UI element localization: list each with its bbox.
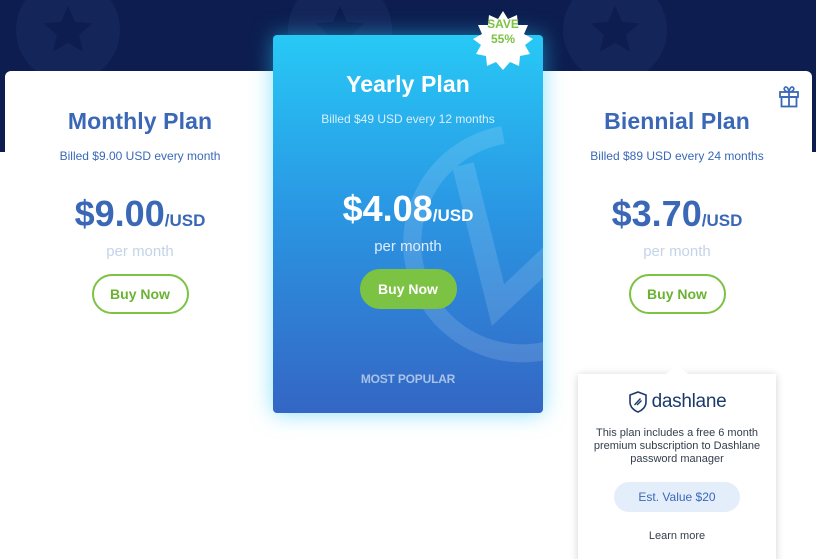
price-amount: $3.70 [611,193,702,234]
dashlane-offer-popover: dashlane This plan includes a free 6 mon… [578,364,776,559]
plan-title: Yearly Plan [346,71,470,97]
buy-now-yearly-button[interactable]: Buy Now [359,269,457,309]
save-label: SAVE [487,17,519,31]
most-popular-label: MOST POPULAR [360,372,456,386]
dashlane-wordmark: dashlane [651,391,727,412]
price-display: $4.08/USD [273,188,543,230]
price-period: per month [643,243,711,260]
plan-billing-note: Billed $49 USD every 12 months [321,112,495,126]
plan-title: Monthly Plan [67,108,213,134]
price-display: $9.00/USD [26,193,254,235]
price-currency: /USD [432,206,474,225]
gift-icon[interactable] [778,84,800,108]
dashlane-shield-icon [628,391,647,413]
star-icon [563,0,667,82]
buy-now-biennial-button[interactable]: Buy Now [628,274,726,314]
buy-now-monthly-button[interactable]: Buy Now [91,274,189,314]
plan-yearly-card: Yearly Plan Billed $49 USD every 12 mont… [273,35,543,413]
price-currency: /USD [164,211,206,230]
price-amount: $9.00 [74,193,165,234]
dashlane-logo: dashlane [578,391,776,413]
dashlane-description: This plan includes a free 6 month premiu… [593,427,761,465]
price-period: per month [374,238,442,255]
estimated-value-badge: Est. Value $20 [614,482,740,512]
plan-billing-note: Billed $9.00 USD every month [59,149,221,163]
save-percent: 55% [490,32,516,46]
popover-caret [666,364,688,374]
learn-more-link[interactable]: Learn more [578,530,776,542]
price-period: per month [106,243,174,260]
plan-title: Biennial Plan [604,108,750,134]
plan-monthly: Monthly Plan Billed $9.00 USD every mont… [26,108,254,314]
price-amount: $4.08 [342,188,433,229]
plan-biennial: Biennial Plan Billed $89 USD every 24 mo… [563,108,791,314]
star-icon [16,0,120,82]
price-display: $3.70/USD [563,193,791,235]
plan-billing-note: Billed $89 USD every 24 months [590,149,764,163]
price-currency: /USD [701,211,743,230]
save-badge: SAVE 55% [472,10,534,72]
